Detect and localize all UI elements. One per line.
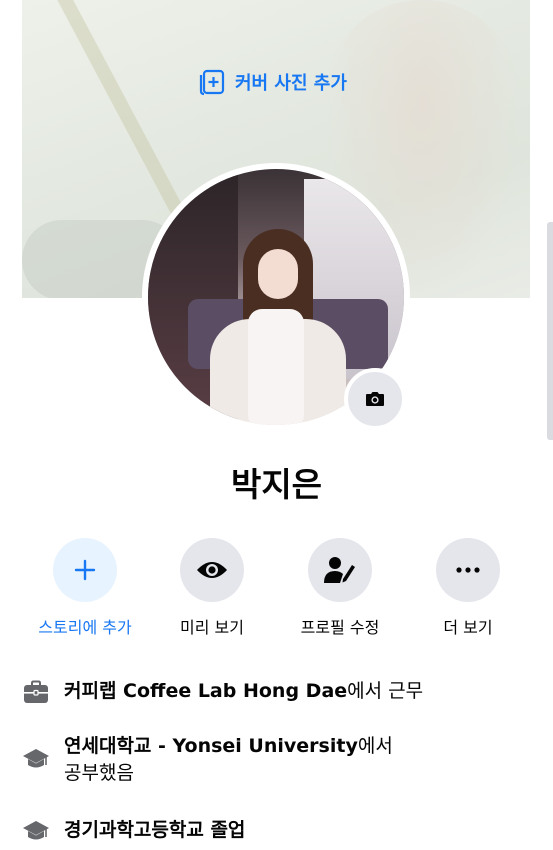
profile-name: 박지은 [230, 465, 323, 504]
photo-person [258, 249, 298, 299]
photo-person [248, 309, 304, 425]
preview-circle[interactable] [180, 538, 244, 602]
graduation-cap-icon [23, 821, 49, 840]
work-suffix: 에서 근무 [347, 680, 424, 702]
more-button[interactable]: 더 보기 [408, 538, 528, 638]
plus-icon [74, 559, 96, 581]
edit-profile-button[interactable]: 프로필 수정 [280, 538, 400, 638]
add-to-story-button[interactable]: 스토리에 추가 [25, 538, 145, 638]
work-info[interactable]: 커피랩 Coffee Lab Hong Dae에서 근무 [22, 678, 423, 706]
edit-profile-circle[interactable] [308, 538, 372, 602]
edit-profile-label: 프로필 수정 [300, 618, 380, 637]
add-cover-photo-button[interactable]: 커버 사진 추가 [197, 66, 347, 98]
preview-label: 미리 보기 [180, 618, 244, 637]
work-place[interactable]: 커피랩 Coffee Lab Hong Dae [64, 680, 347, 702]
change-profile-picture-button[interactable] [344, 368, 406, 430]
more-label: 더 보기 [443, 618, 493, 637]
work-text: 커피랩 Coffee Lab Hong Dae에서 근무 [64, 678, 423, 705]
more-circle[interactable] [436, 538, 500, 602]
add-photo-icon [199, 69, 225, 96]
highschool-info[interactable]: 경기과학고등학교 졸업 [22, 817, 245, 845]
camera-icon [366, 392, 384, 406]
highschool-text: 경기과학고등학교 졸업 [64, 819, 246, 841]
add-cover-photo-label: 커버 사진 추가 [235, 73, 347, 94]
edit-profile-icon [324, 557, 355, 583]
more-icon [456, 567, 480, 573]
university-info[interactable]: 연세대학교 - Yonsei University에서 공부했음 [22, 733, 393, 787]
add-to-story-label: 스토리에 추가 [38, 618, 132, 637]
eye-icon [197, 562, 227, 578]
preview-button[interactable]: 미리 보기 [152, 538, 272, 638]
add-to-story-circle[interactable] [53, 538, 117, 602]
graduation-cap-icon [23, 749, 49, 768]
university-line2: 공부했음 [64, 762, 134, 784]
university-text: 연세대학교 - Yonsei University에서 공부했음 [64, 733, 393, 787]
university-place[interactable]: 연세대학교 - Yonsei University [64, 735, 358, 757]
scrollbar[interactable] [547, 222, 553, 440]
university-suffix: 에서 [357, 735, 393, 757]
briefcase-icon [24, 680, 48, 703]
